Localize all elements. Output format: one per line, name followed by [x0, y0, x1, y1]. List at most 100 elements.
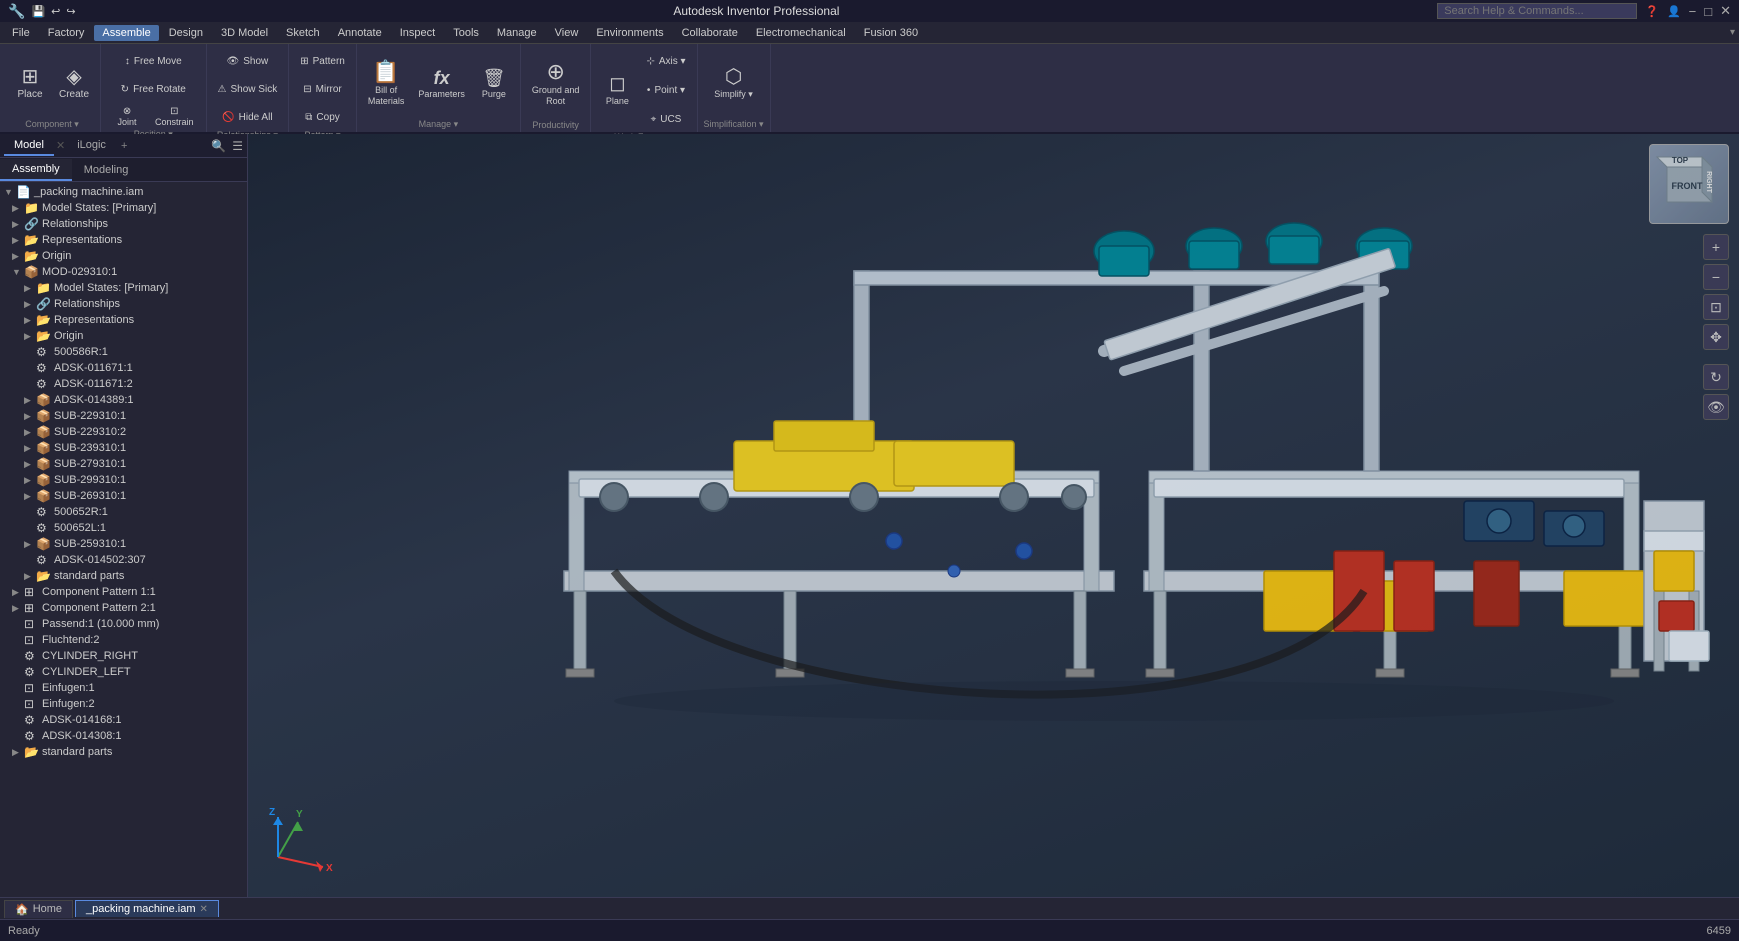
- list-item[interactable]: ▶ 📦 SUB-279310:1: [0, 456, 247, 472]
- list-item[interactable]: ⚙ ADSK-014502:307: [0, 552, 247, 568]
- maximize-button[interactable]: □: [1704, 4, 1712, 19]
- list-item[interactable]: ⚙ ADSK-011671:2: [0, 376, 247, 392]
- close-tab-icon[interactable]: ✕: [200, 904, 208, 915]
- 3d-view-area[interactable]: FRONT TOP RIGHT + − ⊡ ✥ ↻ 👁 X Y: [248, 134, 1739, 897]
- list-item[interactable]: ▶ 📂 Origin: [0, 248, 247, 264]
- list-item[interactable]: ▶ 🔗 Relationships: [0, 216, 247, 232]
- ucs-button[interactable]: ⌖ UCS: [641, 106, 690, 132]
- list-item[interactable]: ▶ ⊞ Component Pattern 2:1: [0, 600, 247, 616]
- menu-file[interactable]: File: [4, 25, 38, 41]
- mirror-button[interactable]: ⊟ Mirror: [295, 76, 350, 102]
- list-item[interactable]: ▶ 📦 SUB-299310:1: [0, 472, 247, 488]
- tree-root-item[interactable]: ▼ 📄 _packing machine.iam: [0, 184, 247, 200]
- coord-axes: X Y Z: [268, 807, 328, 867]
- subtab-assembly[interactable]: Assembly: [0, 159, 72, 181]
- menu-annotate[interactable]: Annotate: [330, 25, 390, 41]
- list-item[interactable]: ▶ 📂 Origin: [0, 328, 247, 344]
- list-item[interactable]: ▶ ⊞ Component Pattern 1:1: [0, 584, 247, 600]
- constrain-button[interactable]: ⊡ Constrain: [149, 104, 200, 129]
- list-item[interactable]: ▶ 📦 SUB-229310:2: [0, 424, 247, 440]
- list-item[interactable]: ▼ 📦 MOD-029310:1: [0, 264, 247, 280]
- plane-icon: ◻: [609, 74, 626, 94]
- list-item[interactable]: ▶ 📁 Model States: [Primary]: [0, 280, 247, 296]
- list-item[interactable]: ⊡ Passend:1 (10.000 mm): [0, 616, 247, 632]
- menu-inspect[interactable]: Inspect: [392, 25, 443, 41]
- ribbon: ⊞ Place ◈ Create Component ▾ ↕ Free Move…: [0, 44, 1739, 134]
- search-input[interactable]: [1437, 3, 1637, 19]
- list-item[interactable]: ⚙ ADSK-014308:1: [0, 728, 247, 744]
- quick-access-redo[interactable]: ↪: [66, 5, 75, 18]
- list-item[interactable]: ▶ 📦 SUB-269310:1: [0, 488, 247, 504]
- menu-fusion360[interactable]: Fusion 360: [856, 25, 926, 41]
- menu-environments[interactable]: Environments: [588, 25, 671, 41]
- home-tab[interactable]: 🏠 Home: [4, 900, 73, 918]
- simplify-button[interactable]: ⬡ Simplify ▾: [709, 54, 758, 114]
- show-button[interactable]: 👁 Show: [213, 48, 283, 74]
- place-button[interactable]: ⊞ Place: [10, 54, 50, 114]
- joint-button[interactable]: ⊗ Joint: [107, 104, 147, 129]
- add-panel-tab[interactable]: +: [116, 138, 132, 154]
- list-item[interactable]: ▶ 📦 SUB-239310:1: [0, 440, 247, 456]
- list-item[interactable]: ⊡ Fluchtend:2: [0, 632, 247, 648]
- free-move-button[interactable]: ↕ Free Move: [107, 48, 200, 74]
- place-icon: ⊞: [22, 67, 39, 87]
- list-item[interactable]: ▶ 📁 Model States: [Primary]: [0, 200, 247, 216]
- subtab-modeling[interactable]: Modeling: [72, 160, 141, 180]
- list-item[interactable]: ▶ 📂 Representations: [0, 312, 247, 328]
- ground-root-button[interactable]: ⊕ Ground andRoot: [527, 54, 585, 114]
- point-button[interactable]: • Point ▾: [641, 77, 690, 103]
- axis-button[interactable]: ⊹ Axis ▾: [641, 48, 690, 74]
- pattern-button[interactable]: ⊞ Pattern: [295, 48, 350, 74]
- purge-button[interactable]: 🗑 Purge: [474, 54, 514, 114]
- menu-electromechanical[interactable]: Electromechanical: [748, 25, 854, 41]
- panel-search-icon[interactable]: 🔍: [211, 139, 226, 153]
- menu-factory[interactable]: Factory: [40, 25, 93, 41]
- menu-manage[interactable]: Manage: [489, 25, 545, 41]
- menu-sketch[interactable]: Sketch: [278, 25, 328, 41]
- list-item[interactable]: ⚙ CYLINDER_LEFT: [0, 664, 247, 680]
- show-sick-button[interactable]: ⚠ Show Sick: [213, 76, 283, 102]
- menu-tools[interactable]: Tools: [445, 25, 487, 41]
- plane-button[interactable]: ◻ Plane: [597, 60, 637, 120]
- help-icon[interactable]: ❓: [1645, 5, 1659, 18]
- list-item[interactable]: ▶ 📂 standard parts: [0, 568, 247, 584]
- quick-access-undo[interactable]: ↩: [51, 5, 60, 18]
- list-item[interactable]: ⚙ ADSK-014168:1: [0, 712, 247, 728]
- list-item[interactable]: ⚙ 500652R:1: [0, 504, 247, 520]
- list-item[interactable]: ⚙ 500652L:1: [0, 520, 247, 536]
- list-item[interactable]: ▶ 📂 Representations: [0, 232, 247, 248]
- menu-collaborate[interactable]: Collaborate: [674, 25, 746, 41]
- hide-all-button[interactable]: 🚫 Hide All: [213, 104, 283, 130]
- panel-menu-icon[interactable]: ☰: [232, 139, 243, 153]
- list-item[interactable]: ▶ 📦 SUB-229310:1: [0, 408, 247, 424]
- free-rotate-icon: ↻: [121, 84, 129, 95]
- list-item[interactable]: ▶ 📦 ADSK-014389:1: [0, 392, 247, 408]
- free-rotate-button[interactable]: ↻ Free Rotate: [107, 76, 200, 102]
- ribbon-toggle[interactable]: ▾: [1730, 27, 1735, 38]
- tree-area: ▼ 📄 _packing machine.iam ▶ 📁 Model State…: [0, 182, 247, 897]
- close-button[interactable]: ✕: [1720, 3, 1731, 19]
- tab-model[interactable]: Model: [4, 136, 54, 156]
- tab-ilogic[interactable]: iLogic: [67, 136, 116, 156]
- list-item[interactable]: ⚙ 500586R:1: [0, 344, 247, 360]
- parameters-button[interactable]: fx Parameters: [413, 54, 470, 114]
- menu-design[interactable]: Design: [161, 25, 211, 41]
- list-item[interactable]: ▶ 📂 standard parts: [0, 744, 247, 760]
- menu-3dmodel[interactable]: 3D Model: [213, 25, 276, 41]
- quick-access-save[interactable]: 💾: [31, 5, 45, 18]
- bill-of-materials-button[interactable]: 📋 Bill ofMaterials: [363, 54, 410, 114]
- list-item[interactable]: ⚙ ADSK-011671:1: [0, 360, 247, 376]
- create-button[interactable]: ◈ Create: [54, 54, 94, 114]
- simplify-icon: ⬡: [725, 67, 742, 87]
- list-item[interactable]: ▶ 🔗 Relationships: [0, 296, 247, 312]
- packing-machine-tab[interactable]: _packing machine.iam ✕: [75, 900, 219, 917]
- list-item[interactable]: ⚙ CYLINDER_RIGHT: [0, 648, 247, 664]
- account-icon[interactable]: 👤: [1667, 5, 1681, 18]
- list-item[interactable]: ▶ 📦 SUB-259310:1: [0, 536, 247, 552]
- list-item[interactable]: ⊡ Einfugen:1: [0, 680, 247, 696]
- copy-button[interactable]: ⧉ Copy: [295, 104, 350, 130]
- list-item[interactable]: ⊡ Einfugen:2: [0, 696, 247, 712]
- menu-assemble[interactable]: Assemble: [94, 25, 158, 41]
- menu-view[interactable]: View: [547, 25, 587, 41]
- minimize-button[interactable]: −: [1689, 4, 1697, 19]
